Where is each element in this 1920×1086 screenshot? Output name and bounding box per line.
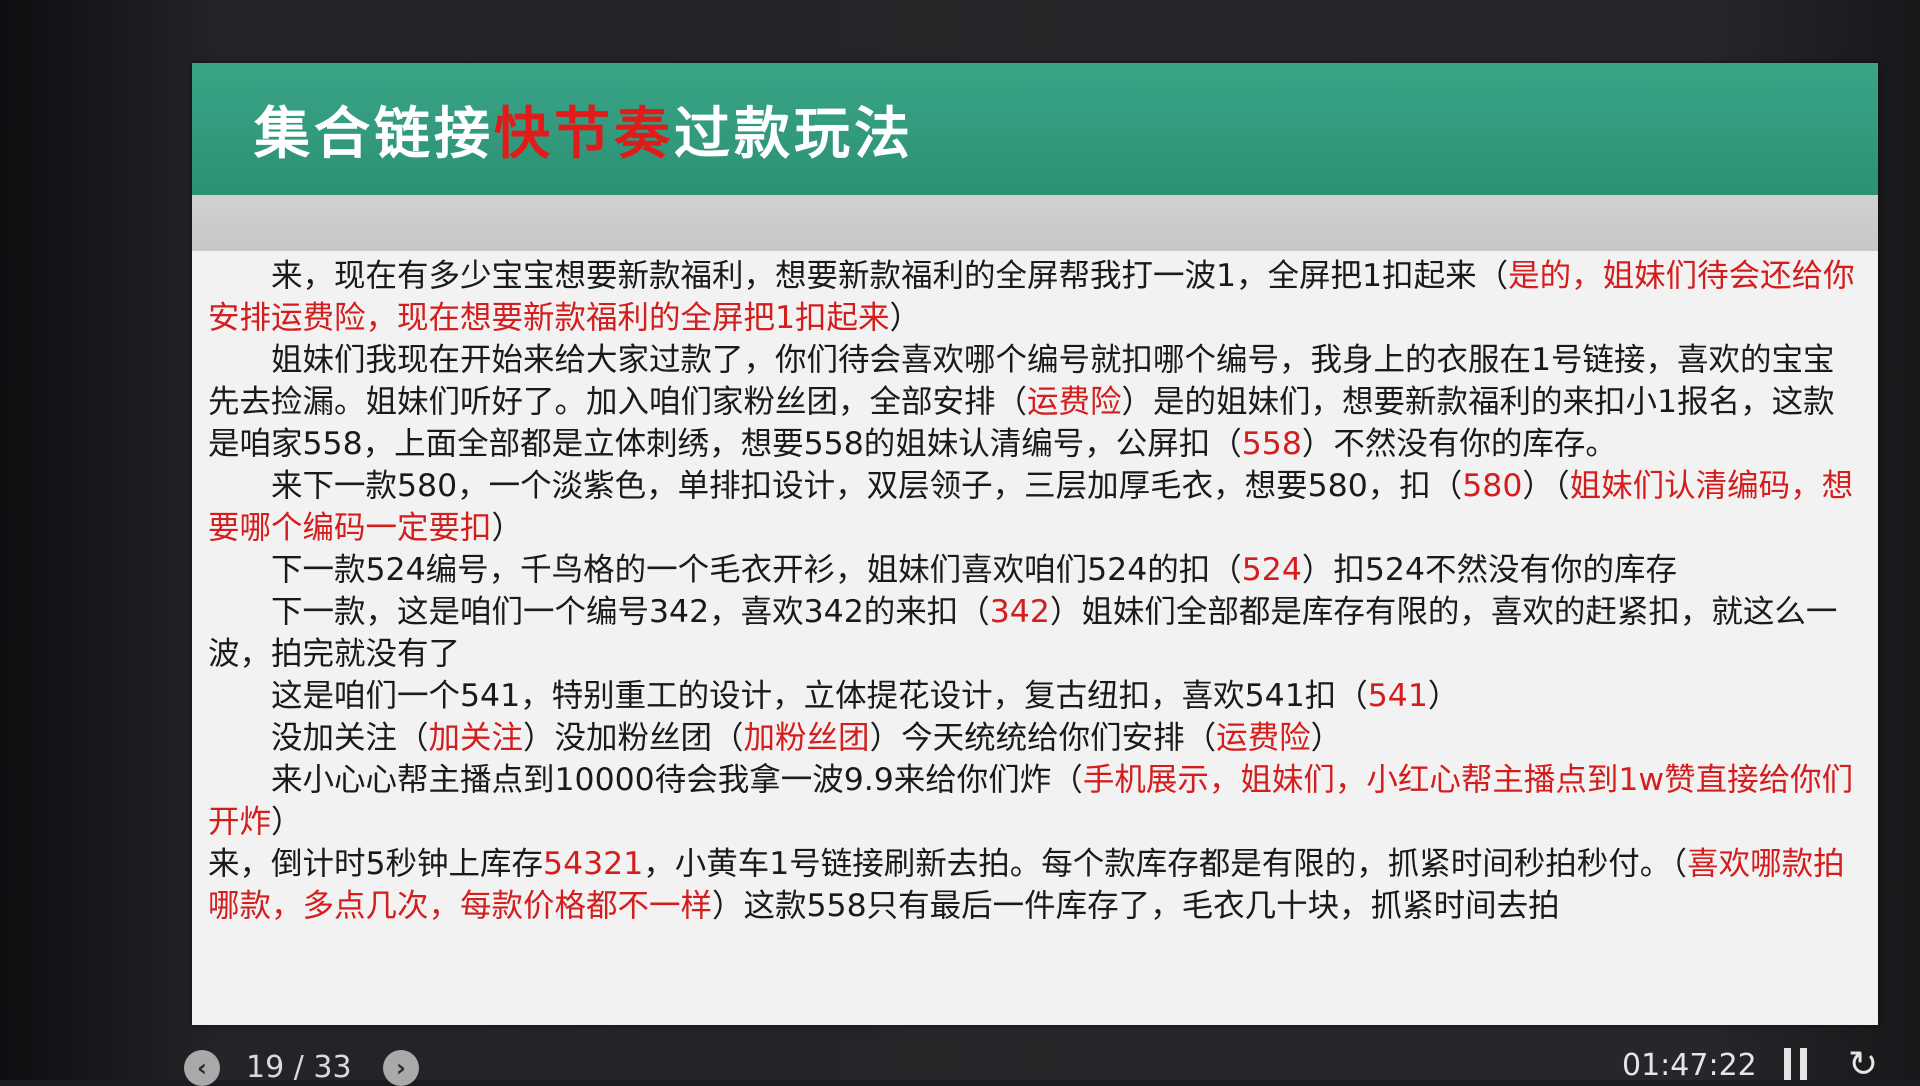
script-paragraph: 来，倒计时5秒钟上库存54321，小黄车1号链接刷新去拍。每个款库存都是有限的，… <box>208 843 1864 927</box>
script-text-segment: 没加关注（ <box>271 720 429 756</box>
script-text-segment: 来小心心帮主播点到10000待会我拿一波9.9来给你们炸（ <box>271 762 1083 798</box>
script-paragraph: 来，现在有多少宝宝想要新款福利，想要新款福利的全屏帮我打一波1，全屏把1扣起来（… <box>208 255 1864 339</box>
script-paragraph: 来下一款580，一个淡紫色，单排扣设计，双层领子，三层加厚毛衣，想要580，扣（… <box>208 465 1864 549</box>
script-text-segment: ） <box>271 804 303 840</box>
script-text-segment: 来，倒计时5秒钟上库存 <box>208 846 544 882</box>
script-paragraph: 姐妹们我现在开始来给大家过款了，你们待会喜欢哪个编号就扣哪个编号，我身上的衣服在… <box>208 339 1864 465</box>
highlight-text: 558 <box>1241 426 1302 462</box>
script-text: 来，现在有多少宝宝想要新款福利，想要新款福利的全屏帮我打一波1，全屏把1扣起来（… <box>192 251 1878 927</box>
script-text-segment: ）不然没有你的库存。 <box>1301 426 1617 462</box>
script-text-segment: ）（ <box>1522 468 1570 504</box>
script-text-segment: ） <box>889 300 922 336</box>
title-banner: 集合链接快节奏过款玩法 <box>192 63 1878 195</box>
script-paragraph: 下一款524编号，千鸟格的一个毛衣开衫，姐妹们喜欢咱们524的扣（524）扣52… <box>208 549 1864 591</box>
title-highlight: 快节奏 <box>494 101 674 167</box>
script-text-segment: 来下一款580，一个淡紫色，单排扣设计，双层领子，三层加厚毛衣，想要580，扣（ <box>271 468 1463 504</box>
chevron-left-icon[interactable]: ‹ <box>184 1050 220 1086</box>
highlight-text: 运费险 <box>1027 384 1122 420</box>
highlight-text: 加关注 <box>428 720 524 756</box>
script-text-segment: ） <box>1310 720 1343 756</box>
highlight-text: 运费险 <box>1216 720 1311 756</box>
highlight-text: 541 <box>1367 678 1428 714</box>
player-controls: ‹ 19 / 33 › 01:47:22 ↻ <box>0 1040 1920 1086</box>
script-text-segment: ）今天统统给你们安排（ <box>869 720 1217 756</box>
header-strip <box>192 195 1878 251</box>
script-text-segment: ，小黄车1号链接刷新去拍。每个款库存都是有限的，抓紧时间秒拍秒付。（ <box>643 846 1688 882</box>
script-text-segment: ） <box>1427 678 1460 714</box>
script-text-segment: 下一款524编号，千鸟格的一个毛衣开衫，姐妹们喜欢咱们524的扣（ <box>271 552 1242 588</box>
pause-icon[interactable] <box>1784 1048 1810 1080</box>
elapsed-time: 01:47:22 <box>1622 1048 1757 1083</box>
highlight-text: 580 <box>1462 468 1523 504</box>
highlight-text: 加粉丝团 <box>743 720 870 756</box>
highlight-text: 54321 <box>543 846 644 882</box>
screen: 集合链接快节奏过款玩法 来，现在有多少宝宝想要新款福利，想要新款福利的全屏帮我打… <box>0 0 1920 1086</box>
highlight-text: 524 <box>1241 552 1302 588</box>
script-text-segment: 下一款，这是咱们一个编号342，喜欢342的来扣（ <box>271 594 990 630</box>
script-paragraph: 来小心心帮主播点到10000待会我拿一波9.9来给你们炸（手机展示，姐妹们，小红… <box>208 759 1864 843</box>
script-text-segment: ）这款558只有最后一件库存了，毛衣几十块，抓紧时间去拍 <box>712 888 1560 924</box>
highlight-text: 342 <box>989 594 1050 630</box>
slide: 集合链接快节奏过款玩法 来，现在有多少宝宝想要新款福利，想要新款福利的全屏帮我打… <box>192 63 1878 1025</box>
script-paragraph: 没加关注（加关注）没加粉丝团（加粉丝团）今天统统给你们安排（运费险） <box>208 717 1864 759</box>
script-text-segment: 这是咱们一个541，特别重工的设计，立体提花设计，复古纽扣，喜欢541扣（ <box>271 678 1368 714</box>
script-text-segment: ）没加粉丝团（ <box>523 720 744 756</box>
chevron-right-icon[interactable]: › <box>383 1050 419 1086</box>
script-paragraph: 下一款，这是咱们一个编号342，喜欢342的来扣（342）姐妹们全部都是库存有限… <box>208 591 1864 675</box>
title-part-1: 集合链接 <box>254 101 494 167</box>
slide-title: 集合链接快节奏过款玩法 <box>254 89 914 170</box>
replay-icon[interactable]: ↻ <box>1848 1044 1878 1085</box>
script-paragraph: 这是咱们一个541，特别重工的设计，立体提花设计，复古纽扣，喜欢541扣（541… <box>208 675 1864 717</box>
script-text-segment: 来，现在有多少宝宝想要新款福利，想要新款福利的全屏帮我打一波1，全屏把1扣起来（ <box>271 258 1509 294</box>
title-part-2: 过款玩法 <box>674 101 914 167</box>
script-text-segment: ） <box>491 510 524 546</box>
script-text-segment: ）扣524不然没有你的库存 <box>1301 552 1678 588</box>
